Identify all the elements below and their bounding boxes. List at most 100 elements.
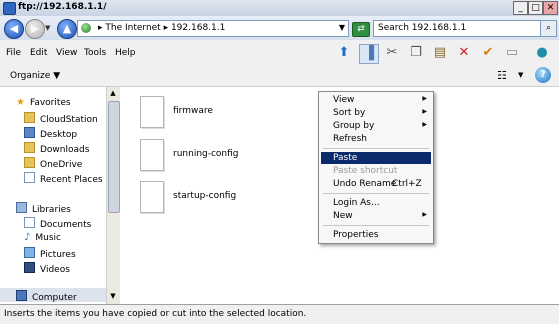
menu-item-label: Group by <box>333 121 375 131</box>
nav-label: Desktop <box>40 130 78 140</box>
nav-pane-scrollbar[interactable]: ▲ ▼ <box>106 87 120 304</box>
internet-icon <box>81 23 91 33</box>
check-icon[interactable]: ✔ <box>479 44 497 62</box>
nav-item-videos[interactable]: Videos <box>24 262 70 275</box>
menu-separator <box>323 148 429 149</box>
menu-help[interactable]: Help <box>115 48 136 58</box>
menu-item-label: View <box>333 95 355 105</box>
folder-icon <box>24 112 35 123</box>
maximize-button[interactable]: □ <box>528 1 543 15</box>
minimize-button[interactable]: _ <box>513 1 528 15</box>
nav-item-music[interactable]: ♪ Music <box>24 232 61 244</box>
close-button[interactable]: ✕ <box>543 1 558 15</box>
search-placeholder: Search 192.168.1.1 <box>378 23 467 33</box>
view-options-dropdown-icon[interactable]: ▼ <box>518 71 523 79</box>
nav-item-computer[interactable]: Computer <box>0 288 106 303</box>
menu-bar: File Edit View Tools Help ⬆ ▐ ✂ ❐ ▤ ✕ ✔ … <box>0 40 559 64</box>
menu-item-label: Sort by <box>333 108 366 118</box>
ctx-item-refresh[interactable]: Refresh <box>321 133 431 145</box>
ctx-item-view[interactable]: View ▶ <box>321 94 431 106</box>
status-text: Inserts the items you have copied or cut… <box>4 309 307 319</box>
search-input[interactable]: Search 192.168.1.1 <box>373 20 541 37</box>
ctx-item-group-by[interactable]: Group by ▶ <box>321 120 431 132</box>
menu-tools[interactable]: Tools <box>84 48 106 58</box>
recent-places-icon <box>24 172 35 183</box>
nav-libraries[interactable]: Libraries <box>16 202 71 215</box>
organize-button[interactable]: Organize ▼ <box>10 71 60 81</box>
up-folder-button[interactable]: ▲ <box>57 19 77 39</box>
nav-label: Documents <box>40 220 92 230</box>
nav-label: Pictures <box>40 250 76 260</box>
nav-item-downloads[interactable]: Downloads <box>24 142 90 155</box>
window-title: ftp://192.168.1.1/ <box>18 2 107 12</box>
delete-icon[interactable]: ✕ <box>455 44 473 62</box>
ctx-item-login-as[interactable]: Login As... <box>321 197 431 209</box>
refresh-button[interactable]: ⇄ <box>352 22 370 37</box>
nav-label: CloudStation <box>40 115 98 125</box>
back-button[interactable]: ◀ <box>4 19 24 39</box>
nav-item-desktop[interactable]: Desktop <box>24 127 78 140</box>
music-icon: ♪ <box>24 232 31 243</box>
organize-label: Organize <box>10 71 51 81</box>
nav-item-onedrive[interactable]: OneDrive <box>24 157 83 170</box>
menu-item-label: New <box>333 211 353 221</box>
submenu-arrow-icon: ▶ <box>422 95 427 102</box>
nav-label: Computer <box>32 293 77 303</box>
menu-view[interactable]: View <box>56 48 77 58</box>
address-field[interactable]: ▸ The Internet ▸ 192.168.1.1 ▼ <box>77 20 349 37</box>
menu-item-shortcut: Ctrl+Z <box>392 179 422 189</box>
context-menu: View ▶ Sort by ▶ Group by ▶ Refresh Paste P… <box>318 91 434 244</box>
star-icon: ★ <box>16 97 25 108</box>
ctx-item-new[interactable]: New ▶ <box>321 210 431 222</box>
paste-icon[interactable]: ▤ <box>431 44 449 62</box>
nav-label: Libraries <box>32 205 71 215</box>
forward-button[interactable]: ▶ <box>25 19 45 39</box>
nav-item-documents[interactable]: Documents <box>24 217 92 230</box>
ctx-item-properties[interactable]: Properties <box>321 229 431 241</box>
folder-icon <box>24 157 35 168</box>
title-bar: ftp://192.168.1.1/ _ □ ✕ <box>0 0 559 17</box>
upload-icon[interactable]: ⬆ <box>335 44 353 62</box>
file-icon <box>140 139 164 171</box>
file-name: startup-config <box>173 191 237 201</box>
file-name: running-config <box>173 149 239 159</box>
libraries-icon <box>16 202 27 213</box>
desktop-icon <box>24 127 35 138</box>
nav-item-cloudstation[interactable]: CloudStation <box>24 112 98 125</box>
cut-icon[interactable]: ✂ <box>383 44 401 62</box>
nav-favorites[interactable]: ★ Favorites <box>16 97 71 109</box>
scrollbar-thumb[interactable] <box>108 101 120 213</box>
network-icon[interactable]: ● <box>533 44 551 62</box>
change-view-icon[interactable]: ☷ <box>497 69 507 82</box>
nav-label: Downloads <box>40 145 90 155</box>
scroll-down-icon[interactable]: ▼ <box>108 292 118 302</box>
nav-label: OneDrive <box>40 160 83 170</box>
folders-pane-icon[interactable]: ▐ <box>359 44 379 64</box>
menu-edit[interactable]: Edit <box>30 48 47 58</box>
navigation-pane: ★ Favorites CloudStation Desktop Download… <box>0 87 106 304</box>
recent-pages-dropdown-icon[interactable]: ▼ <box>45 24 50 32</box>
computer-icon <box>16 290 27 301</box>
file-icon <box>140 181 164 213</box>
menu-item-label: Login As... <box>333 198 380 208</box>
help-icon[interactable]: ? <box>535 67 551 83</box>
ctx-item-paste[interactable]: Paste <box>321 152 431 164</box>
menu-item-label: Paste shortcut <box>333 166 398 176</box>
properties-icon[interactable]: ▭ <box>503 44 521 62</box>
scroll-up-icon[interactable]: ▲ <box>108 89 118 99</box>
address-toolbar: ◀ ▶ ▼ ▲ ▸ The Internet ▸ 192.168.1.1 ▼ ⇄… <box>0 16 559 40</box>
nav-label: Favorites <box>29 98 71 108</box>
nav-item-pictures[interactable]: Pictures <box>24 247 76 260</box>
ctx-item-undo-rename[interactable]: Undo Rename Ctrl+Z <box>321 178 431 190</box>
nav-item-recent-places[interactable]: Recent Places <box>24 172 103 185</box>
ctx-item-sort-by[interactable]: Sort by ▶ <box>321 107 431 119</box>
search-icon[interactable]: ⌕ <box>540 20 557 37</box>
menu-file[interactable]: File <box>6 48 21 58</box>
menu-item-label: Paste <box>333 153 358 163</box>
chevron-down-icon[interactable]: ▼ <box>339 23 345 32</box>
menu-separator <box>323 225 429 226</box>
copy-icon[interactable]: ❐ <box>407 44 425 62</box>
menu-separator <box>323 193 429 194</box>
pictures-icon <box>24 247 35 258</box>
menu-item-label: Undo Rename <box>333 179 397 189</box>
